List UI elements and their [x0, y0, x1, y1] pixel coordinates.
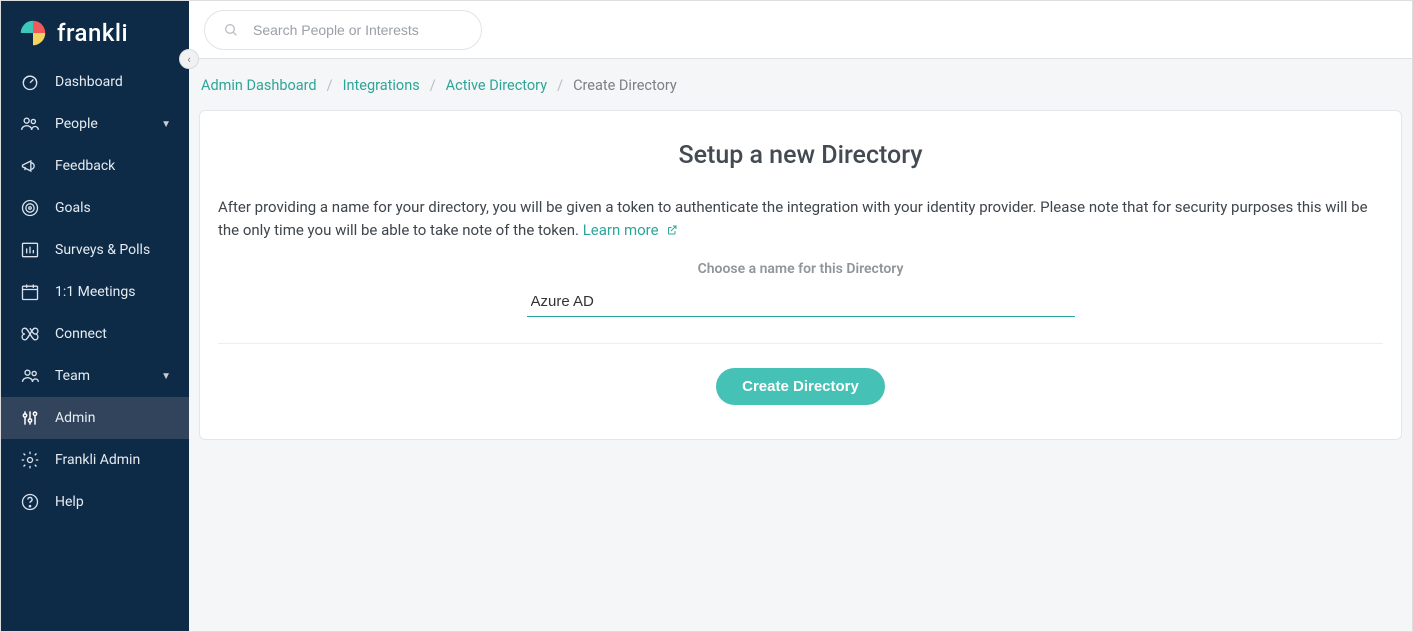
calendar-icon	[19, 282, 41, 302]
help-icon	[19, 492, 41, 512]
sidebar-item-label: Admin	[55, 410, 171, 426]
learn-more-link[interactable]: Learn more	[583, 221, 679, 239]
create-directory-button[interactable]: Create Directory	[716, 368, 885, 405]
sidebar-item-feedback[interactable]: Feedback	[1, 145, 189, 187]
sidebar-item-label: People	[55, 116, 161, 132]
sidebar-item-meetings[interactable]: 1:1 Meetings	[1, 271, 189, 313]
target-icon	[19, 198, 41, 218]
sidebar-item-help[interactable]: Help	[1, 481, 189, 523]
content: Admin Dashboard / Integrations / Active …	[189, 59, 1412, 631]
sidebar-item-dashboard[interactable]: Dashboard	[1, 61, 189, 103]
breadcrumb-separator: /	[327, 77, 333, 94]
directory-name-input[interactable]	[527, 287, 1075, 317]
breadcrumb: Admin Dashboard / Integrations / Active …	[199, 73, 1402, 110]
sidebar-item-label: Dashboard	[55, 74, 171, 90]
sidebar-item-admin[interactable]: Admin	[1, 397, 189, 439]
sidebar-item-surveys[interactable]: Surveys & Polls	[1, 229, 189, 271]
brand-mark-icon	[19, 19, 47, 47]
sidebar-item-label: Frankli Admin	[55, 452, 171, 468]
directory-setup-card: Setup a new Directory After providing a …	[199, 110, 1402, 440]
sidebar-item-label: Surveys & Polls	[55, 242, 171, 258]
megaphone-icon	[19, 156, 41, 176]
breadcrumb-link[interactable]: Integrations	[343, 77, 420, 94]
sidebar-item-connect[interactable]: Connect	[1, 313, 189, 355]
sidebar-item-team[interactable]: Team ▼	[1, 355, 189, 397]
breadcrumb-link[interactable]: Admin Dashboard	[201, 77, 317, 94]
brand-logo[interactable]: frankli	[1, 1, 189, 61]
page-title: Setup a new Directory	[218, 141, 1383, 170]
gauge-icon	[19, 72, 41, 92]
sidebar-item-frankli-admin[interactable]: Frankli Admin	[1, 439, 189, 481]
page-description: After providing a name for your director…	[218, 196, 1383, 243]
global-search[interactable]	[204, 10, 482, 50]
sidebar-collapse-toggle[interactable]: ‹	[179, 49, 199, 69]
chevron-down-icon: ▼	[161, 371, 171, 382]
directory-name-field: Choose a name for this Directory	[218, 261, 1383, 317]
sidebar-item-label: Goals	[55, 200, 171, 216]
field-label: Choose a name for this Directory	[218, 261, 1383, 277]
chevron-down-icon: ▼	[161, 119, 171, 130]
breadcrumb-separator: /	[430, 77, 436, 94]
chart-icon	[19, 240, 41, 260]
page-description-text: After providing a name for your director…	[218, 198, 1368, 239]
brand-name: frankli	[57, 19, 128, 47]
sidebar-item-label: Connect	[55, 326, 171, 342]
breadcrumb-link[interactable]: Active Directory	[446, 77, 547, 94]
divider	[218, 343, 1383, 344]
sidebar-item-label: Team	[55, 368, 161, 384]
gear-icon	[19, 450, 41, 470]
external-link-icon	[666, 224, 678, 236]
infinity-icon	[19, 324, 41, 344]
sidebar-item-goals[interactable]: Goals	[1, 187, 189, 229]
sidebar-item-label: 1:1 Meetings	[55, 284, 171, 300]
search-icon	[223, 22, 239, 38]
sidebar-nav: Dashboard People ▼ Feedback Goals	[1, 61, 189, 523]
sidebar-item-label: Help	[55, 494, 171, 510]
team-icon	[19, 366, 41, 386]
people-icon	[19, 114, 41, 134]
sidebar-item-label: Feedback	[55, 158, 171, 174]
breadcrumb-separator: /	[557, 77, 563, 94]
search-input[interactable]	[253, 22, 463, 38]
sidebar: frankli Dashboard People ▼ Feedback	[1, 1, 189, 631]
learn-more-label: Learn more	[583, 221, 659, 239]
main-area: ‹ Admin Dashboard / Integrations / Activ…	[189, 1, 1412, 631]
breadcrumb-current: Create Directory	[573, 77, 677, 94]
topbar	[189, 1, 1412, 59]
sliders-icon	[19, 408, 41, 428]
sidebar-item-people[interactable]: People ▼	[1, 103, 189, 145]
chevron-left-icon: ‹	[187, 53, 190, 66]
